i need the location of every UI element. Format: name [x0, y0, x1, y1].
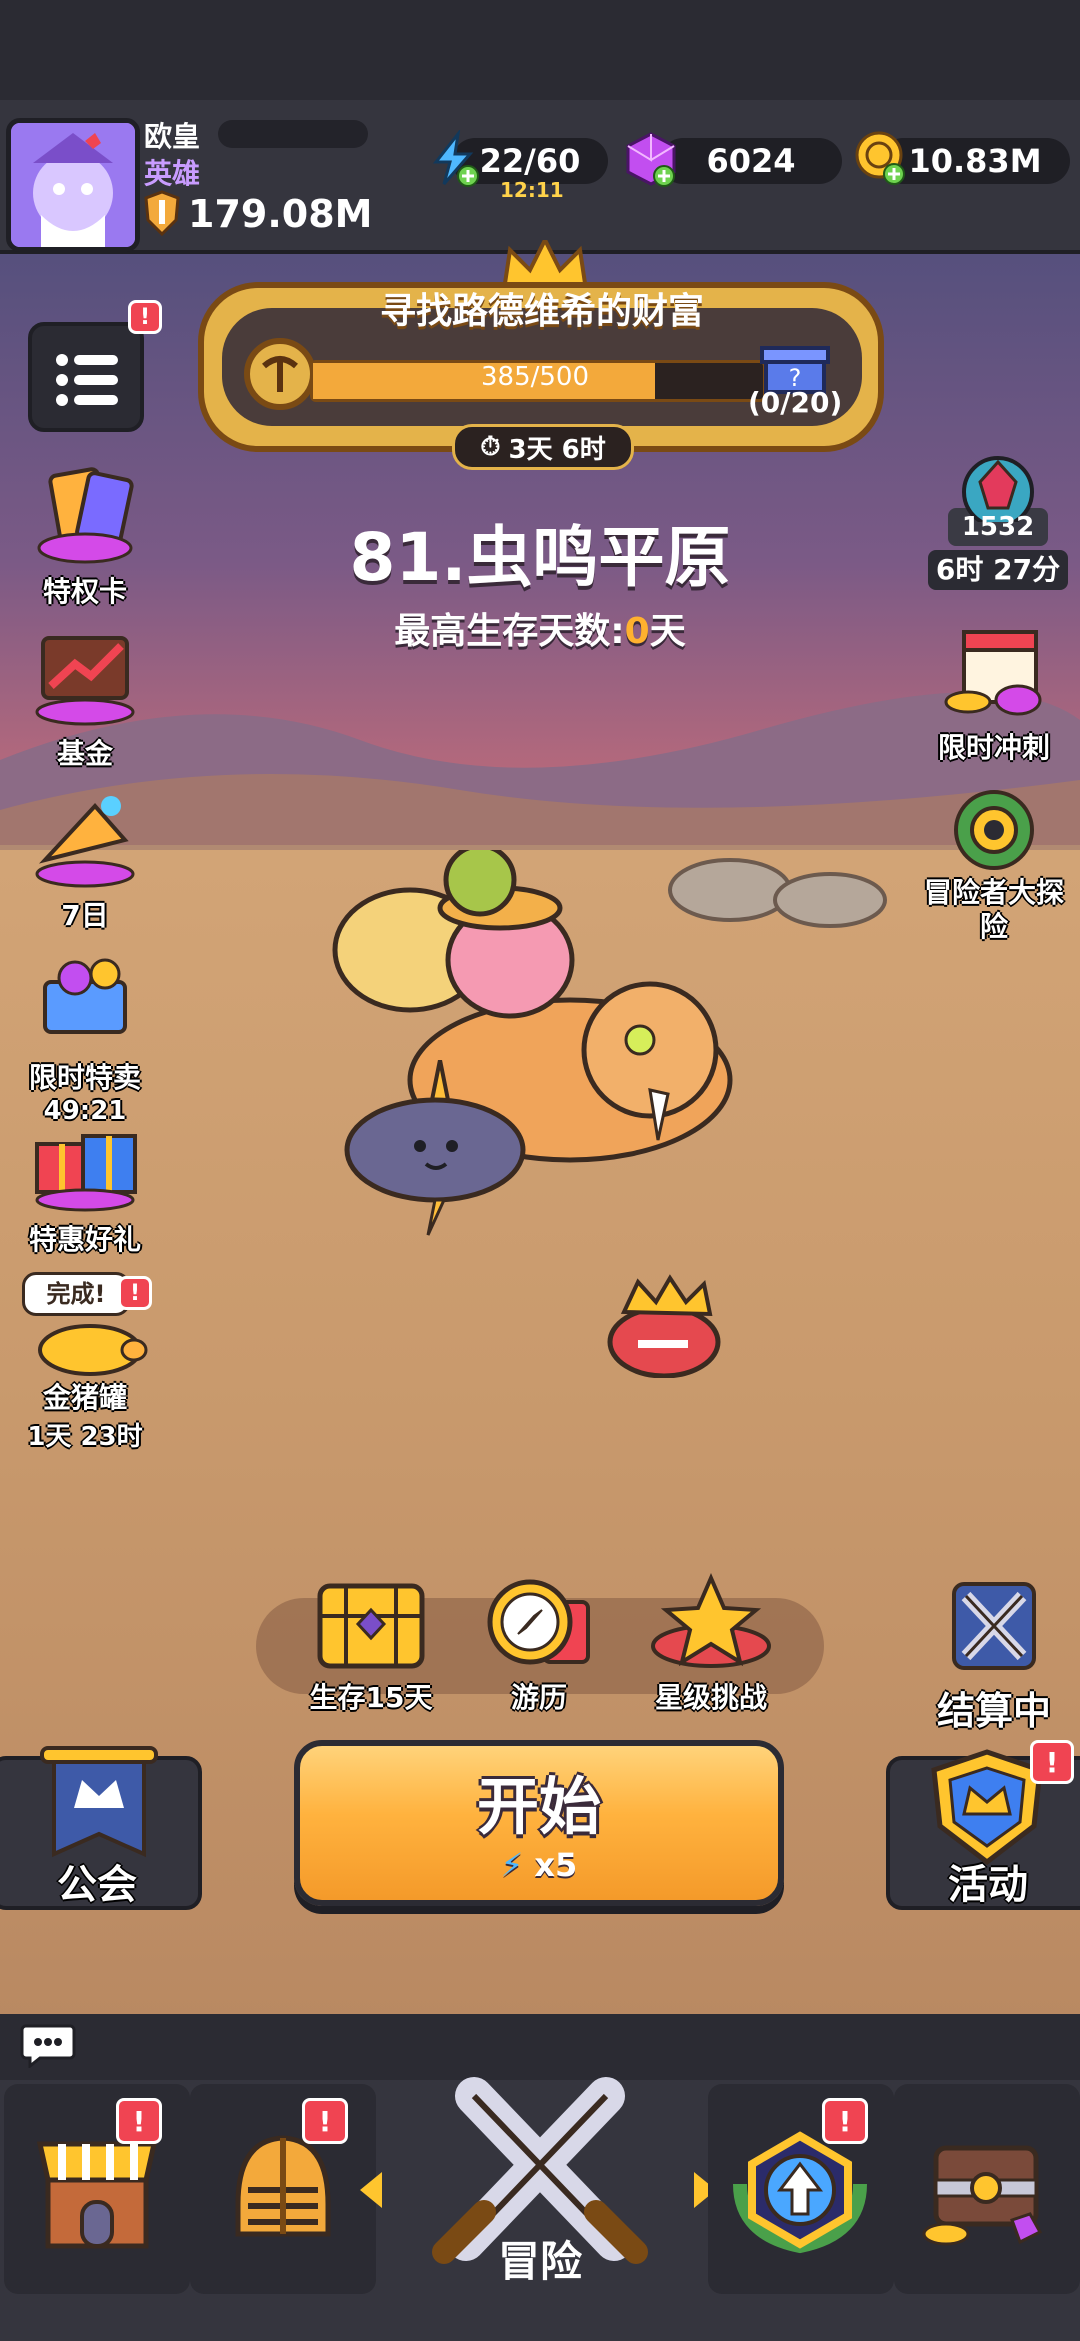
gem-value: 6024	[706, 142, 796, 180]
menu-list-icon	[56, 354, 118, 406]
nav-treasury[interactable]	[894, 2084, 1080, 2294]
treasure-chest-icon	[922, 2145, 1043, 2246]
survival-label: 最高生存天数:	[394, 611, 625, 652]
event-timer-text: 3天 6时	[508, 434, 606, 465]
nav-upgrade[interactable]: !	[708, 2084, 894, 2294]
crossed-swords-badge-icon	[952, 1582, 1036, 1670]
pickaxe-token-icon	[244, 338, 316, 410]
energy-bolt-icon[interactable]	[424, 130, 482, 188]
coin-value: 10.83M	[908, 142, 1042, 180]
flash-sale-label: 限时特卖	[28, 1061, 141, 1094]
piggy-bank-label: 金猪罐	[42, 1381, 127, 1414]
crystal-event-button[interactable]: 1532 6时 27分	[918, 452, 1078, 590]
nav-equipment[interactable]: !	[190, 2084, 376, 2294]
event-timer: ⏱ 3天 6时	[452, 424, 634, 470]
star-challenge-icon	[651, 1572, 771, 1668]
event-title: 寻找路德维希的财富	[379, 291, 704, 332]
cloud-pet	[344, 1060, 526, 1236]
gift-count: (0/20)	[748, 386, 843, 419]
explore-ring-icon	[954, 790, 1034, 870]
survival-value: 0	[624, 611, 650, 652]
compass-icon	[487, 1579, 590, 1665]
crystal-value: 1532	[948, 508, 1048, 546]
calendar-sprint-icon	[944, 630, 1042, 716]
seven-day-icon	[35, 796, 135, 888]
gift-pack-label: 特惠好礼	[28, 1223, 141, 1256]
nav-adventure-label[interactable]: 冒险	[374, 2228, 706, 2289]
privilege-card-label: 特权卡	[42, 575, 127, 608]
journey-label: 游历	[510, 1681, 567, 1714]
gem-counter[interactable]: 6024	[660, 138, 842, 184]
survival-reward-label: 生存15天	[309, 1681, 433, 1714]
shop-alert-badge: !	[116, 2098, 162, 2144]
start-label: 开始	[476, 1770, 601, 1843]
power-shield-icon	[144, 190, 180, 236]
guild-label: 公会	[57, 1862, 137, 1908]
fund-icon	[35, 636, 135, 726]
event-progress-text: 385/500	[480, 362, 589, 392]
chat-strip	[0, 2014, 1080, 2080]
guild-banner-icon	[40, 1746, 158, 1858]
activity-alert-badge: !	[1030, 1740, 1074, 1784]
power-value: 179.08M	[188, 192, 373, 236]
start-cost: ⚡ x5	[294, 1846, 784, 1884]
gift-pack-icon	[35, 1134, 137, 1212]
fund-label: 基金	[56, 737, 113, 770]
piggy-bank-icon	[38, 1324, 148, 1376]
privilege-card-button[interactable]: 特权卡	[10, 466, 160, 610]
stopwatch-icon: ⏱	[480, 431, 501, 462]
star-challenge-button[interactable]: 星级挑战	[636, 1572, 786, 1716]
privilege-card-icon	[37, 467, 134, 564]
adventurer-explore-button[interactable]: 冒险者大探险	[914, 786, 1074, 944]
limited-sprint-button[interactable]: 限时冲刺	[914, 622, 1074, 766]
player-avatar[interactable]	[6, 118, 140, 252]
coin-icon[interactable]	[852, 128, 910, 186]
wizard-avatar-icon	[11, 123, 135, 247]
settlement-label: 结算中	[936, 1689, 1051, 1733]
nav-shop[interactable]: !	[4, 2084, 190, 2294]
chest-icon	[317, 1583, 425, 1669]
seven-day-button[interactable]: 7日	[10, 790, 160, 934]
chat-bubble-icon[interactable]	[20, 2022, 76, 2068]
flash-sale-icon	[43, 958, 127, 1034]
equipment-alert-badge: !	[302, 2098, 348, 2144]
crystal-timer: 6时 27分	[928, 550, 1068, 590]
player-name: 欧皇	[144, 120, 201, 153]
survival-unit: 天	[649, 611, 686, 652]
piggy-bank-button[interactable]: 完成! ! 金猪罐 1天 23时	[10, 1270, 160, 1453]
gem-cube-icon[interactable]	[622, 130, 680, 188]
energy-cost-icon: ⚡	[500, 1846, 524, 1884]
fund-button[interactable]: 基金	[10, 628, 160, 772]
star-challenge-label: 星级挑战	[654, 1681, 767, 1714]
activity-label: 活动	[948, 1862, 1028, 1908]
energy-value: 22/60	[479, 142, 581, 180]
energy-timer: 12:11	[500, 178, 564, 202]
seven-day-label: 7日	[61, 899, 109, 932]
upgrade-alert-badge: !	[822, 2098, 868, 2144]
player-rank: 英雄	[144, 157, 201, 190]
menu-alert-badge: !	[128, 300, 162, 334]
start-cost-value: x5	[534, 1846, 578, 1884]
name-plate	[218, 120, 368, 148]
journey-button[interactable]: 游历	[464, 1572, 614, 1716]
settlement-button[interactable]: 结算中	[914, 1576, 1074, 1735]
piggy-alert-badge: !	[118, 1276, 152, 1310]
gift-pack-button[interactable]: 特惠好礼	[10, 1114, 160, 1258]
piggy-bank-timer: 1天 23时	[27, 1422, 143, 1452]
adventurer-explore-label: 冒险者大探险	[923, 876, 1064, 943]
survival-reward-button[interactable]: 生存15天	[296, 1572, 446, 1716]
limited-sprint-label: 限时冲刺	[937, 731, 1050, 764]
flash-sale-button[interactable]: 限时特卖 49:21	[10, 952, 160, 1126]
system-status-bar	[0, 0, 1080, 100]
king-pet	[607, 1274, 721, 1378]
piggy-complete-bubble: 完成!	[22, 1272, 130, 1316]
